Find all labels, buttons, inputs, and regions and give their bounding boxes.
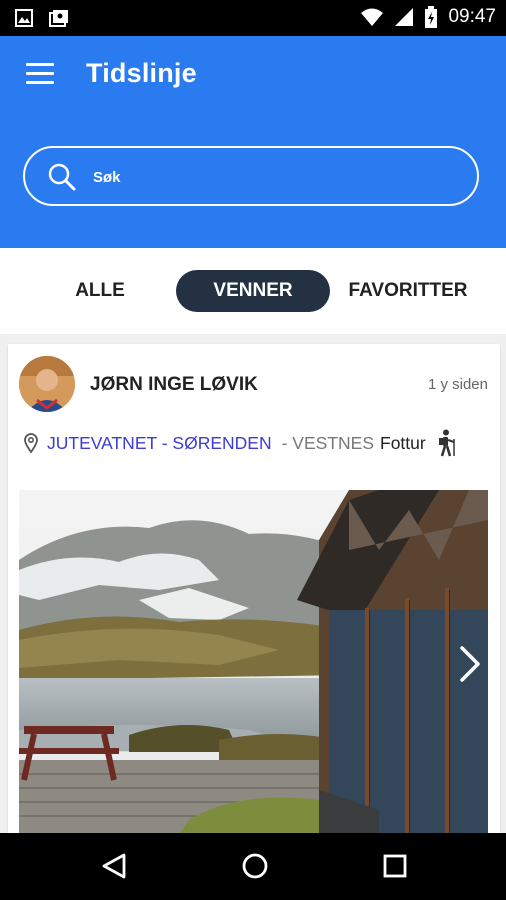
chevron-right-icon[interactable]	[458, 644, 482, 684]
page-title: Tidslinje	[86, 58, 197, 88]
clock: 09:47	[448, 6, 496, 27]
post-author[interactable]: JØRN INGE LØVIK	[90, 374, 258, 396]
avatar[interactable]	[19, 356, 75, 412]
post-time: 1 y siden	[427, 376, 488, 393]
back-icon[interactable]	[100, 851, 130, 881]
wifi-icon	[361, 8, 384, 26]
hiking-icon	[438, 429, 455, 457]
tab-venner[interactable]: VENNER	[176, 270, 330, 312]
filter-tabs: ALLE VENNER FAVORITTER	[0, 248, 506, 334]
recents-icon[interactable]	[380, 851, 410, 881]
battery-charging-icon	[425, 6, 438, 28]
post-location-row: JUTEVATNET - SØRENDEN - VESTNES Fottur	[23, 428, 458, 458]
search-input[interactable]	[91, 162, 455, 192]
location-pin-icon	[24, 433, 38, 453]
home-icon[interactable]	[240, 851, 270, 881]
location-link[interactable]: JUTEVATNET - SØRENDEN	[47, 433, 272, 454]
tab-favoritter[interactable]: FAVORITTER	[340, 270, 476, 312]
image-icon	[15, 9, 33, 27]
photo-album-icon	[49, 10, 68, 27]
app-bar: Tidslinje	[0, 36, 506, 248]
signal-icon	[395, 8, 414, 26]
navigation-bar	[0, 833, 506, 900]
menu-icon[interactable]	[26, 63, 54, 85]
feed-card[interactable]: JØRN INGE LØVIK 1 y siden JUTEVATNET - S…	[8, 344, 500, 844]
status-bar: 09:47	[0, 0, 506, 36]
location-region: - VESTNES	[281, 432, 374, 453]
activity-type: Fottur	[380, 432, 426, 453]
tab-alle[interactable]: ALLE	[58, 270, 142, 312]
search-box[interactable]	[23, 146, 479, 206]
post-photo[interactable]	[19, 490, 488, 834]
search-icon	[48, 163, 76, 191]
